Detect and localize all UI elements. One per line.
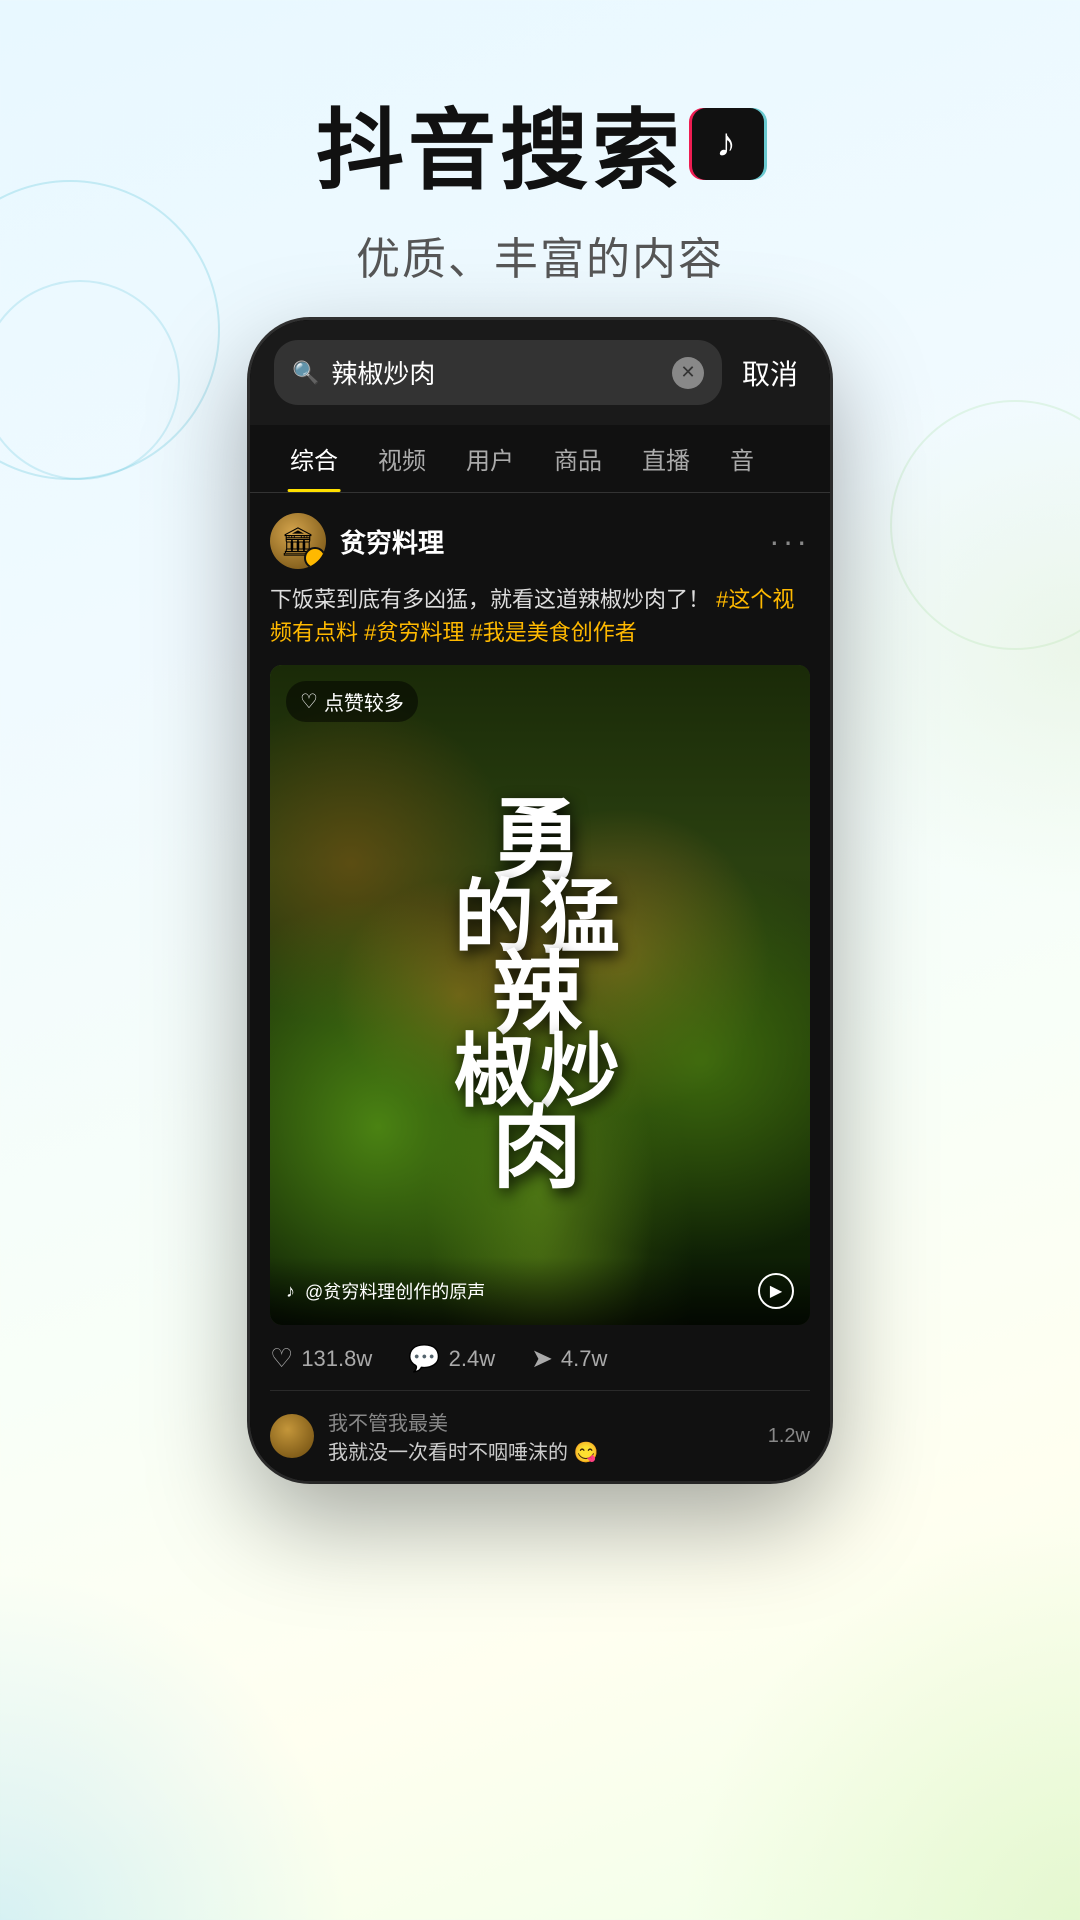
shares-count: 4.7w (561, 1346, 607, 1372)
tiktok-music-icon: ♪ (286, 1281, 295, 1302)
title-text: 抖音搜索 (316, 80, 684, 207)
likes-count: 131.8w (301, 1346, 372, 1372)
play-icon: ▶ (770, 1281, 782, 1301)
tab-商品[interactable]: 商品 (534, 425, 622, 492)
play-button[interactable]: ▶ (758, 1273, 794, 1309)
video-thumbnail[interactable]: ♡ 点赞较多 勇 的猛 辣 椒炒 肉 (270, 665, 810, 1325)
comment-text: 我就没一次看时不咽唾沫的 😋 (328, 1436, 754, 1465)
tab-视频[interactable]: 视频 (358, 425, 446, 492)
avatar-image: 🏛 (270, 513, 326, 569)
clear-icon: ✕ (680, 362, 695, 383)
post-plain-text: 下饭菜到底有多凶猛，就看这道辣椒炒肉了！ (270, 587, 710, 612)
search-bar: 🔍 辣椒炒肉 ✕ 取消 (250, 320, 830, 425)
phone-frame: 🔍 辣椒炒肉 ✕ 取消 综合 视频 用户 (250, 320, 830, 1481)
author-avatar: 🏛 (270, 513, 326, 569)
tab-label: 直播 (642, 448, 690, 475)
tab-用户[interactable]: 用户 (446, 425, 534, 492)
heart-icon: ♡ (270, 1343, 293, 1374)
comment-content: 我不管我最美 我就没一次看时不咽唾沫的 😋 (328, 1407, 754, 1465)
commenter-avatar (270, 1414, 314, 1458)
comments-count: 2.4w (449, 1346, 495, 1372)
search-input-container[interactable]: 🔍 辣椒炒肉 ✕ (274, 340, 722, 405)
header: 抖音搜索 ♪ 优质、丰富的内容 (0, 0, 1080, 287)
video-title-overlay: 勇 的猛 辣 椒炒 肉 (270, 665, 810, 1325)
tiktok-logo-badge: ♪ (692, 108, 764, 180)
search-tabs: 综合 视频 用户 商品 直播 音 (250, 425, 830, 493)
post-author-row: 🏛 贫穷料理 ··· (270, 513, 810, 569)
share-icon: ➤ (531, 1343, 553, 1374)
author-name[interactable]: 贫穷料理 (340, 523, 755, 560)
video-big-text: 勇 的猛 辣 椒炒 肉 (270, 665, 810, 1325)
app-subtitle: 优质、丰富的内容 (0, 223, 1080, 287)
search-query: 辣椒炒肉 (331, 354, 660, 391)
search-clear-button[interactable]: ✕ (672, 357, 704, 389)
app-title: 抖音搜索 ♪ (0, 80, 1080, 207)
commenter-name: 我不管我最美 (328, 1407, 754, 1436)
comment-likes-count: 1.2w (768, 1425, 810, 1448)
tab-label: 用户 (466, 448, 514, 475)
tab-label: 商品 (554, 448, 602, 475)
phone-mockup: 🔍 辣椒炒肉 ✕ 取消 综合 视频 用户 (250, 320, 830, 1481)
video-bottom-bar: ♪ @贫穷料理创作的原声 ▶ (270, 1257, 810, 1325)
tab-综合[interactable]: 综合 (270, 425, 358, 492)
phone-screen: 🔍 辣椒炒肉 ✕ 取消 综合 视频 用户 (250, 320, 830, 1481)
tab-直播[interactable]: 直播 (622, 425, 710, 492)
likes-button[interactable]: ♡ 131.8w (270, 1343, 372, 1374)
video-source-text: @贫穷料理创作的原声 (305, 1278, 748, 1304)
more-options-button[interactable]: ··· (769, 523, 810, 560)
tab-label: 音 (730, 448, 754, 475)
search-results: 🏛 贫穷料理 ··· 下饭菜到底有多凶猛，就看这道辣椒炒肉了！ #这个视频有点料… (250, 493, 830, 1481)
cancel-button[interactable]: 取消 (734, 353, 806, 393)
engagement-row: ♡ 131.8w 💬 2.4w ➤ 4.7w (270, 1325, 810, 1390)
share-button[interactable]: ➤ 4.7w (531, 1343, 607, 1374)
tab-label: 视频 (378, 448, 426, 475)
title-line-5: 肉 (492, 1104, 588, 1194)
tab-音[interactable]: 音 (710, 425, 774, 492)
post-text: 下饭菜到底有多凶猛，就看这道辣椒炒肉了！ #这个视频有点料 #贫穷料理 #我是美… (270, 583, 810, 649)
tab-label: 综合 (290, 448, 338, 475)
search-icon: 🔍 (292, 360, 319, 386)
comments-button[interactable]: 💬 2.4w (408, 1343, 495, 1374)
comment-preview: 我不管我最美 我就没一次看时不咽唾沫的 😋 1.2w (270, 1390, 810, 1481)
comment-icon: 💬 (408, 1343, 440, 1374)
